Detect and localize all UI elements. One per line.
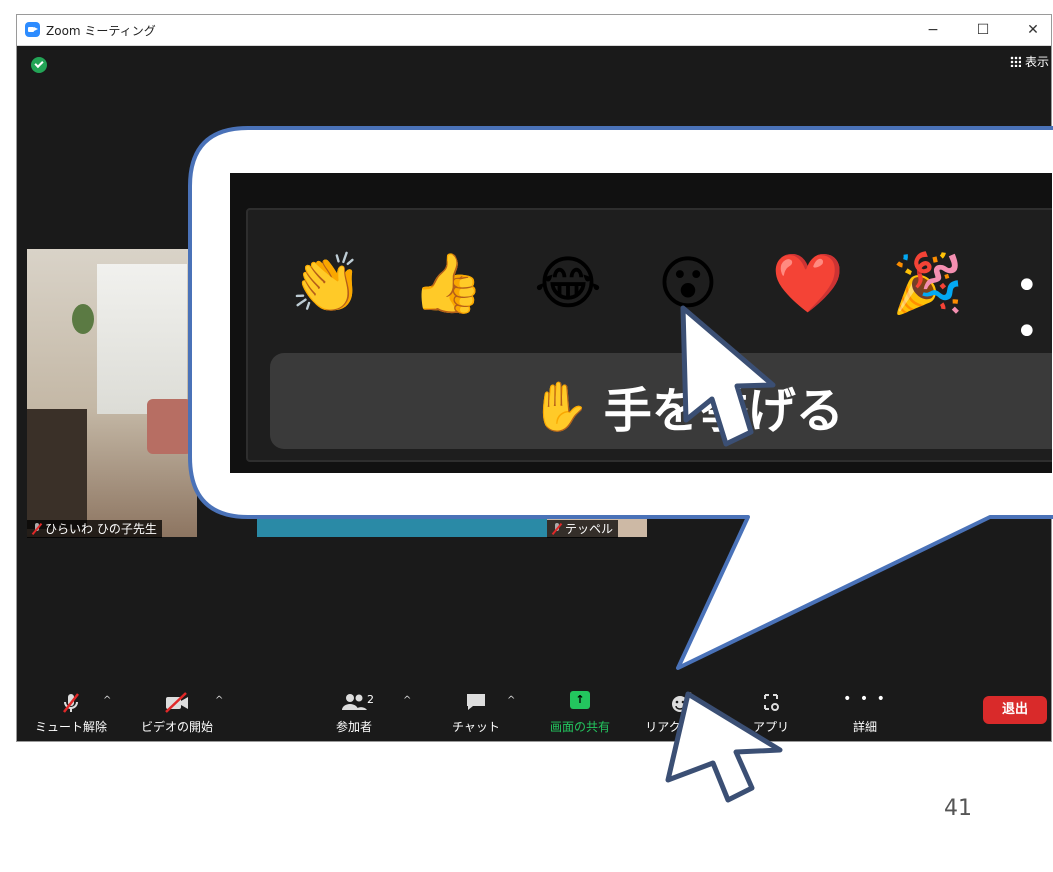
svg-text:+: + — [687, 691, 694, 701]
party-popper-reaction[interactable]: 🎉 — [883, 248, 973, 318]
more-button[interactable]: • • • 詳細 — [835, 691, 895, 735]
maximize-button[interactable]: ☐ — [969, 19, 997, 41]
apps-icon — [741, 691, 801, 715]
leave-button[interactable]: 退出 — [983, 696, 1047, 724]
video-tile-participant-1 — [27, 249, 197, 537]
thumbs-up-reaction[interactable]: 👍 — [403, 248, 493, 318]
mic-muted-icon — [32, 523, 42, 535]
start-video-button[interactable]: ビデオの開始 — [135, 691, 219, 735]
participants-icon: 2 — [319, 691, 389, 715]
participants-button[interactable]: 2 参加者 — [319, 691, 389, 735]
reactions-smiley-icon: + — [641, 691, 721, 715]
raised-hand-icon: ✋ — [530, 378, 590, 435]
view-label: 表示 — [1024, 55, 1049, 69]
zoom-app-icon — [25, 22, 40, 37]
clap-reaction[interactable]: 👏 — [282, 248, 372, 318]
joy-reaction[interactable]: 😂 — [523, 248, 613, 318]
participants-count: 2 — [367, 693, 374, 706]
close-button[interactable]: ✕ — [1019, 19, 1047, 41]
apps-button[interactable]: アプリ — [741, 691, 801, 735]
window-title: Zoom ミーティング — [46, 24, 156, 38]
video-off-icon — [135, 691, 219, 715]
participant-name-tag: テッペル — [547, 520, 619, 538]
participants-options-caret[interactable]: ^ — [403, 695, 411, 706]
reactions-popup: 👏 👍 😂 😮 ❤️ 🎉 • • • ✋ 手を挙げる — [230, 173, 1052, 473]
audio-options-caret[interactable]: ^ — [103, 695, 111, 706]
participant-name-tag: ひらいわ ひの子先生 — [27, 520, 162, 538]
encryption-shield-icon[interactable] — [31, 57, 47, 73]
mic-muted-icon — [552, 523, 562, 535]
video-options-caret[interactable]: ^ — [215, 695, 223, 706]
view-button[interactable]: 表示 — [1009, 53, 1049, 70]
surprised-reaction[interactable]: 😮 — [643, 248, 733, 318]
chat-button[interactable]: チャット — [441, 691, 511, 735]
video-tile-participant-2 — [257, 505, 547, 537]
share-screen-icon: ↑ — [570, 691, 590, 709]
chat-icon — [441, 691, 511, 715]
mic-off-icon — [35, 691, 107, 715]
chat-options-caret[interactable]: ^ — [507, 695, 515, 706]
title-bar: Zoom ミーティング − ☐ ✕ — [17, 15, 1051, 46]
grid-icon — [1009, 56, 1021, 67]
raise-hand-label: 手を挙げる — [603, 383, 844, 439]
reactions-button[interactable]: + リアクション — [641, 691, 721, 735]
more-dots-icon: • • • — [843, 691, 887, 707]
meeting-toolbar: ミュート解除 ^ ビデオの開始 ^ 2 参加者 ^ チャット ^ ↑ 画面の共有… — [17, 683, 1051, 741]
minimize-button[interactable]: − — [919, 19, 947, 41]
page-number: 41 — [944, 796, 972, 821]
heart-reaction[interactable]: ❤️ — [763, 248, 853, 318]
unmute-button[interactable]: ミュート解除 — [35, 691, 107, 735]
share-screen-button[interactable]: ↑ 画面の共有 — [539, 691, 621, 735]
